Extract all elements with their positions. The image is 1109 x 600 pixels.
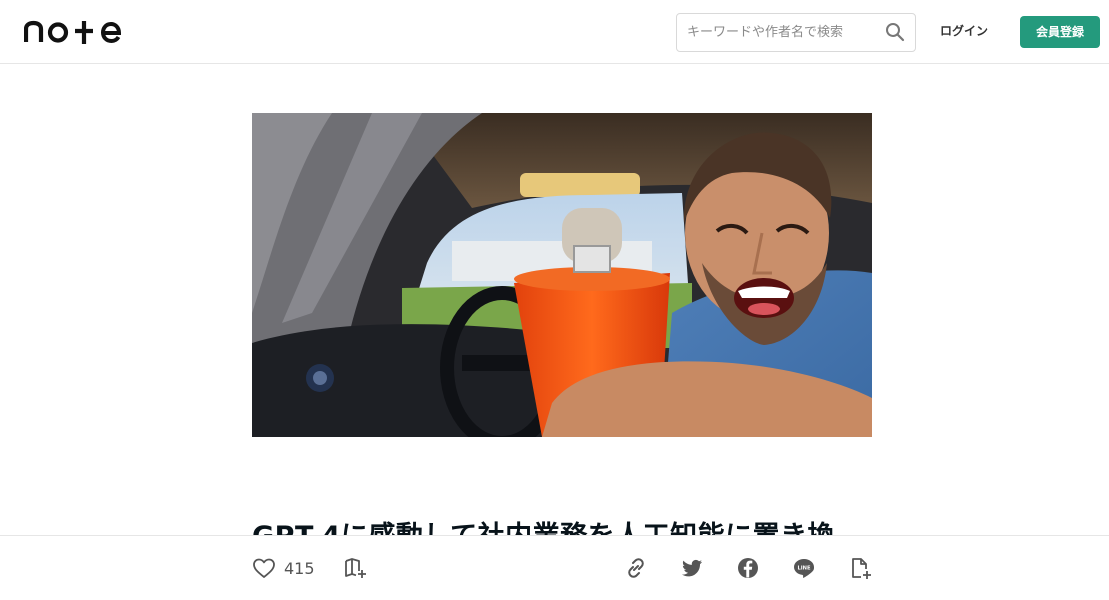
search-icon[interactable] xyxy=(885,22,905,42)
article-action-bar: 415 LINE xyxy=(0,535,1109,600)
search-input[interactable] xyxy=(677,14,887,51)
signup-button[interactable]: 会員登録 xyxy=(1020,16,1100,48)
line-icon[interactable]: LINE xyxy=(792,556,816,580)
note-add-icon[interactable] xyxy=(848,556,872,580)
svg-text:LINE: LINE xyxy=(797,565,811,571)
magazine-add-icon[interactable] xyxy=(344,556,368,580)
hero-photo xyxy=(252,113,872,437)
heart-icon[interactable] xyxy=(252,556,276,580)
note-logo[interactable] xyxy=(24,18,124,46)
twitter-icon[interactable] xyxy=(680,556,704,580)
article-hero-image xyxy=(252,113,872,437)
like-count: 415 xyxy=(284,559,315,578)
facebook-icon[interactable] xyxy=(736,556,760,580)
site-header: ログイン 会員登録 xyxy=(0,0,1109,64)
link-icon[interactable] xyxy=(624,556,648,580)
login-link[interactable]: ログイン xyxy=(930,22,998,39)
search-box[interactable] xyxy=(676,13,916,52)
